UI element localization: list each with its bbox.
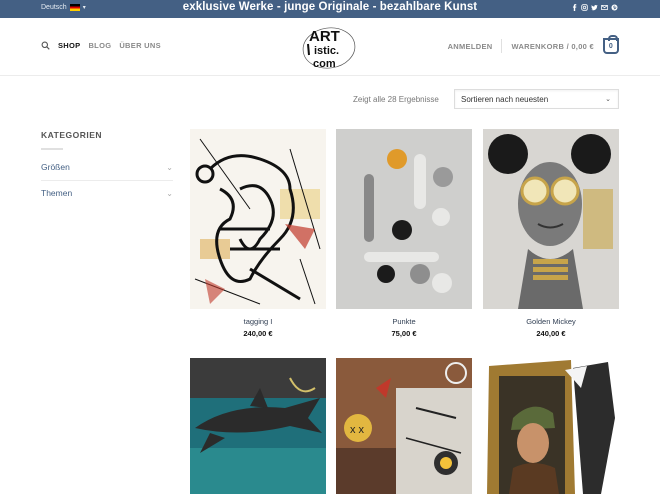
sort-select-value: Sortieren nach neuesten (461, 94, 549, 104)
cart-link[interactable]: WARENKORB / 0,00 € (511, 42, 594, 51)
product-price: 240,00 € (243, 329, 273, 338)
product-card[interactable] (483, 358, 619, 494)
search-icon[interactable] (41, 41, 50, 50)
login-link[interactable]: ANMELDEN (448, 42, 493, 51)
logo-text-com: com (313, 58, 336, 70)
artistic-logo[interactable]: ART istic. com (300, 23, 358, 71)
main-nav: SHOP BLOG ÜBER UNS (41, 41, 161, 50)
social-links (571, 4, 618, 11)
category-label: Größen (41, 162, 70, 172)
sidebar-title-underline (41, 148, 63, 150)
sort-select[interactable]: Sortieren nach neuesten ⌄ (454, 89, 619, 109)
product-card[interactable]: x x (336, 358, 472, 494)
facebook-icon[interactable] (571, 4, 578, 11)
product-image[interactable] (483, 358, 619, 494)
svg-text:x x: x x (350, 424, 365, 436)
category-sidebar: KATEGORIEN Größen ⌄ Themen ⌄ (41, 130, 173, 207)
product-card[interactable]: tagging I 240,00 € (190, 129, 326, 338)
tagline: exklusive Werke - junge Originale - beza… (182, 1, 478, 13)
chevron-down-icon[interactable]: ⌄ (166, 186, 173, 201)
email-icon[interactable] (601, 4, 608, 11)
main-header: SHOP BLOG ÜBER UNS ART istic. com ANMELD… (0, 18, 660, 76)
sidebar-title: KATEGORIEN (41, 130, 103, 140)
product-image[interactable] (190, 358, 326, 494)
category-item-themes[interactable]: Themen ⌄ (41, 186, 173, 207)
category-label: Themen (41, 188, 73, 198)
product-image[interactable] (190, 129, 326, 309)
product-image[interactable] (336, 129, 472, 309)
top-bar: Deutsch ▾ exklusive Werke - junge Origin… (0, 0, 660, 18)
nav-about-link[interactable]: ÜBER UNS (119, 41, 161, 50)
category-item-sizes[interactable]: Größen ⌄ (41, 160, 173, 181)
product-name[interactable]: Golden Mickey (483, 317, 619, 326)
product-price: 75,00 € (391, 329, 417, 338)
product-card[interactable]: Punkte 75,00 € (336, 129, 472, 338)
result-count: Zeigt alle 28 Ergebnisse (353, 95, 439, 104)
nav-blog-link[interactable]: BLOG (88, 41, 111, 50)
twitter-icon[interactable] (591, 4, 598, 11)
chevron-down-icon[interactable]: ⌄ (166, 160, 173, 175)
product-price: 240,00 € (536, 329, 566, 338)
product-card[interactable] (190, 358, 326, 494)
instagram-icon[interactable] (581, 4, 588, 11)
pinterest-icon[interactable] (611, 4, 618, 11)
product-name[interactable]: tagging I (190, 317, 326, 326)
product-image[interactable]: x x (336, 358, 472, 494)
logo-text-istic: istic. (314, 45, 339, 57)
nav-divider (501, 39, 503, 53)
chevron-down-icon: ⌄ (605, 96, 611, 103)
product-name[interactable]: Punkte (336, 317, 472, 326)
product-card[interactable]: Golden Mickey 240,00 € (483, 129, 619, 338)
product-image[interactable] (483, 129, 619, 309)
nav-shop-link[interactable]: SHOP (58, 41, 80, 50)
logo-text-art: ART (309, 28, 340, 45)
account-nav: ANMELDEN WARENKORB / 0,00 € 0 (448, 35, 619, 54)
cart-count-icon[interactable]: 0 (603, 35, 619, 54)
